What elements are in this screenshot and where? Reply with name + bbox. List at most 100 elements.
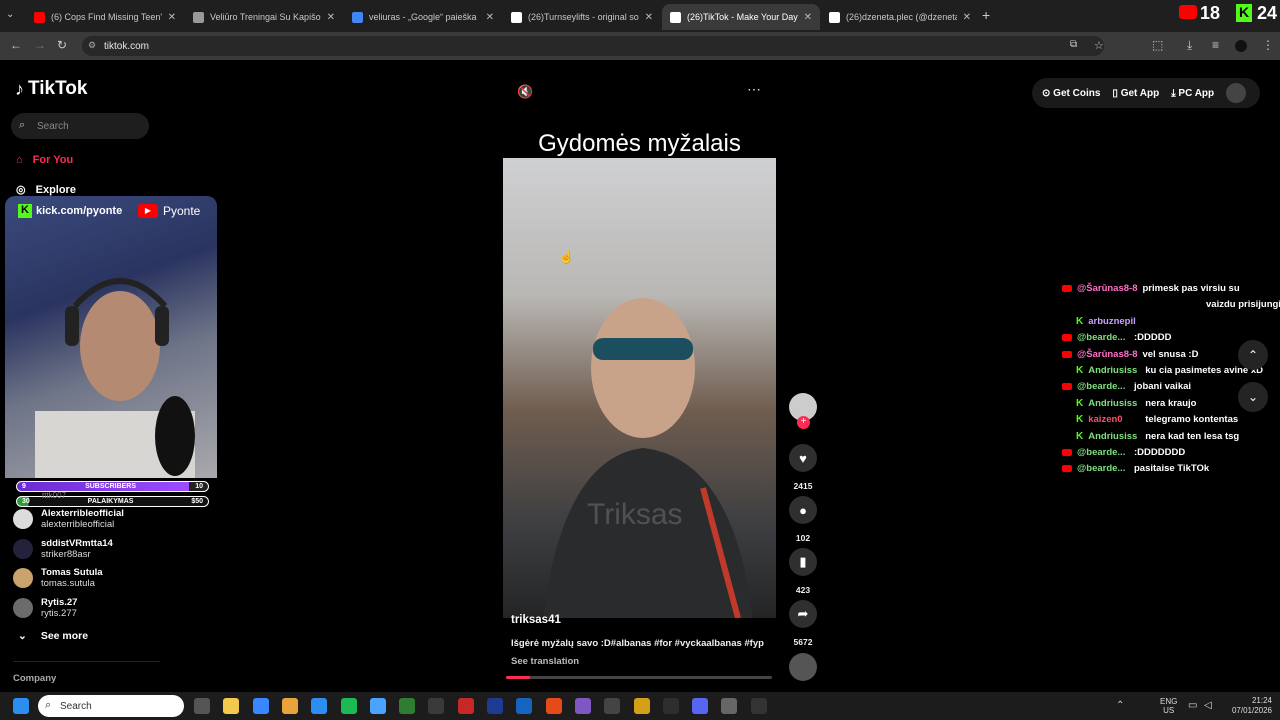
obs-icon[interactable]: [721, 698, 738, 714]
chat-message: K Andriusiss nera kraujo: [1062, 398, 1196, 409]
close-icon[interactable]: ✕: [804, 12, 812, 23]
age-badge: 18: [1200, 3, 1221, 23]
following-name: Alexterribleofficial: [41, 508, 124, 519]
network-icon[interactable]: ▭: [1188, 700, 1197, 711]
url-text: tiktok.com: [104, 40, 150, 52]
install-app-icon[interactable]: ⧉: [1070, 39, 1077, 50]
get-app-button[interactable]: ▯ Get App: [1112, 88, 1159, 99]
chrome-icon[interactable]: [281, 698, 298, 714]
chat-text: nera kad ten lesa tsg: [1145, 430, 1240, 442]
chat-message: vaizdu prisijungi :DDDDD: [1062, 299, 1280, 310]
address-bar[interactable]: ⚙ tiktok.com ☆ ⧉: [82, 36, 1104, 56]
see-more-button[interactable]: ⌄ See more: [18, 630, 88, 642]
store-icon[interactable]: [252, 698, 269, 714]
forward-icon[interactable]: →: [34, 38, 46, 52]
get-coins-button[interactable]: ⊙ Get Coins: [1042, 88, 1100, 99]
youtube-icon: [1062, 334, 1072, 342]
nav-explore[interactable]: ◎ Explore: [16, 183, 76, 197]
search-input[interactable]: ⌕ Search: [11, 113, 149, 139]
close-icon[interactable]: ✕: [168, 12, 176, 23]
browser-tab[interactable]: (6) Cops Find Missing Teen's Bo ✕: [26, 4, 184, 30]
like-button[interactable]: ♥ 2415: [789, 444, 817, 491]
chevron-down-icon: ⌄: [18, 630, 27, 642]
browser-tab[interactable]: veliuras - „Google“ paieška ✕: [344, 4, 502, 30]
youtube-icon: [34, 11, 45, 23]
author-avatar-button[interactable]: +: [789, 393, 817, 429]
tab-title: (26)Turnseylifts - original sound: [528, 12, 639, 22]
video-player[interactable]: Triksas ☝: [503, 158, 776, 618]
nav-for-you[interactable]: ⌂ For You: [16, 154, 73, 166]
user-avatar[interactable]: [1226, 83, 1247, 103]
app-icon[interactable]: [428, 698, 445, 714]
tab-search-icon[interactable]: ⌄: [6, 9, 14, 20]
brave-icon[interactable]: [574, 698, 591, 714]
close-icon[interactable]: ✕: [645, 12, 653, 23]
follow-plus-icon[interactable]: +: [797, 416, 810, 429]
extensions-icon[interactable]: ⬚: [1152, 38, 1163, 52]
app-icon[interactable]: [487, 698, 503, 714]
volume-icon[interactable]: ◁: [1204, 700, 1212, 711]
close-icon[interactable]: ✕: [486, 12, 494, 23]
browser-tab[interactable]: Veliūro Treningai Su Kapišonu - ✕: [185, 4, 343, 30]
app-icon[interactable]: [545, 698, 562, 714]
video-progress-bar[interactable]: [506, 676, 772, 679]
taskbar-search[interactable]: ⌕ Search: [38, 695, 184, 717]
more-options-icon[interactable]: ⋯: [747, 81, 761, 98]
tiktok-logo[interactable]: ♪ TikTok: [15, 78, 87, 100]
share-button[interactable]: ➦ 5672: [789, 600, 817, 647]
company-link[interactable]: Company: [13, 673, 56, 684]
mute-icon[interactable]: 🔇: [517, 84, 533, 100]
photos-icon[interactable]: [399, 698, 416, 714]
site-info-icon[interactable]: ⚙: [88, 40, 96, 51]
app-icon[interactable]: [311, 698, 328, 714]
video-author[interactable]: triksas41: [511, 614, 561, 626]
pc-app-button[interactable]: ⤓ PC App: [1171, 88, 1214, 99]
reload-icon[interactable]: ↻: [57, 38, 67, 52]
windows-start-icon[interactable]: [13, 698, 29, 714]
back-icon[interactable]: ←: [10, 38, 22, 52]
profile-avatar[interactable]: [1235, 40, 1247, 52]
app-icon[interactable]: [633, 698, 650, 714]
comment-button[interactable]: ● 102: [789, 496, 817, 543]
browser-tab[interactable]: (26)dzeneta.plec (@dzeneta.plec ✕: [821, 4, 979, 30]
clock[interactable]: 21:24 07/01/2026: [1224, 696, 1272, 716]
youtube-icon: [1062, 350, 1072, 358]
scroll-down-button[interactable]: ⌄: [1238, 382, 1268, 412]
spotify-icon[interactable]: [369, 698, 386, 714]
following-item[interactable]: Tomas Sutula tomas.sutula: [13, 567, 103, 589]
scroll-up-button[interactable]: ⌃: [1238, 340, 1268, 370]
browser-tab[interactable]: (26)Turnseylifts - original sound ✕: [503, 4, 661, 30]
chrome-menu-icon[interactable]: ⋮: [1262, 38, 1274, 52]
see-translation-link[interactable]: See translation: [511, 656, 579, 667]
bookmark-icon: ▮: [789, 548, 817, 576]
app-icon[interactable]: [750, 698, 767, 714]
app-icon[interactable]: [662, 698, 679, 714]
following-item[interactable]: Rytis.27 rytis.277: [13, 597, 77, 619]
tiktok-wordmark: TikTok: [28, 78, 88, 99]
new-tab-button[interactable]: +: [982, 7, 990, 23]
close-icon[interactable]: ✕: [327, 12, 335, 23]
premiere-icon[interactable]: [516, 698, 533, 714]
discord-icon[interactable]: [692, 698, 709, 714]
clock-date: 07/01/2026: [1231, 706, 1272, 715]
downloads-icon[interactable]: ⤓: [1187, 38, 1192, 53]
task-view-icon[interactable]: [194, 698, 210, 714]
music-disc-button[interactable]: [789, 653, 817, 681]
video-watermark: Triksas: [587, 498, 683, 531]
tray-overflow-icon[interactable]: ⌃: [1116, 700, 1124, 711]
file-explorer-icon[interactable]: [223, 698, 240, 714]
media-controls-icon[interactable]: ≡: [1212, 38, 1219, 52]
app-icon[interactable]: [604, 698, 621, 714]
edge-icon[interactable]: [340, 698, 357, 714]
browser-tab[interactable]: (26)TikTok - Make Your Day ✕: [662, 4, 820, 30]
following-item[interactable]: Alexterribleofficial alexterribleofficial: [13, 508, 124, 530]
app-icon[interactable]: [457, 698, 474, 714]
following-item[interactable]: sddistVRmtta14 striker88asr: [13, 538, 113, 560]
close-icon[interactable]: ✕: [963, 12, 971, 23]
language-indicator[interactable]: ENG US: [1160, 697, 1177, 715]
save-button[interactable]: ▮ 423: [789, 548, 817, 595]
chat-username: @bearde...: [1077, 332, 1126, 344]
bookmark-star-icon[interactable]: ☆: [1094, 39, 1104, 52]
kick-url: kick.com/pyonte: [36, 205, 123, 217]
chat-text: vel snusa :D: [1142, 348, 1199, 360]
